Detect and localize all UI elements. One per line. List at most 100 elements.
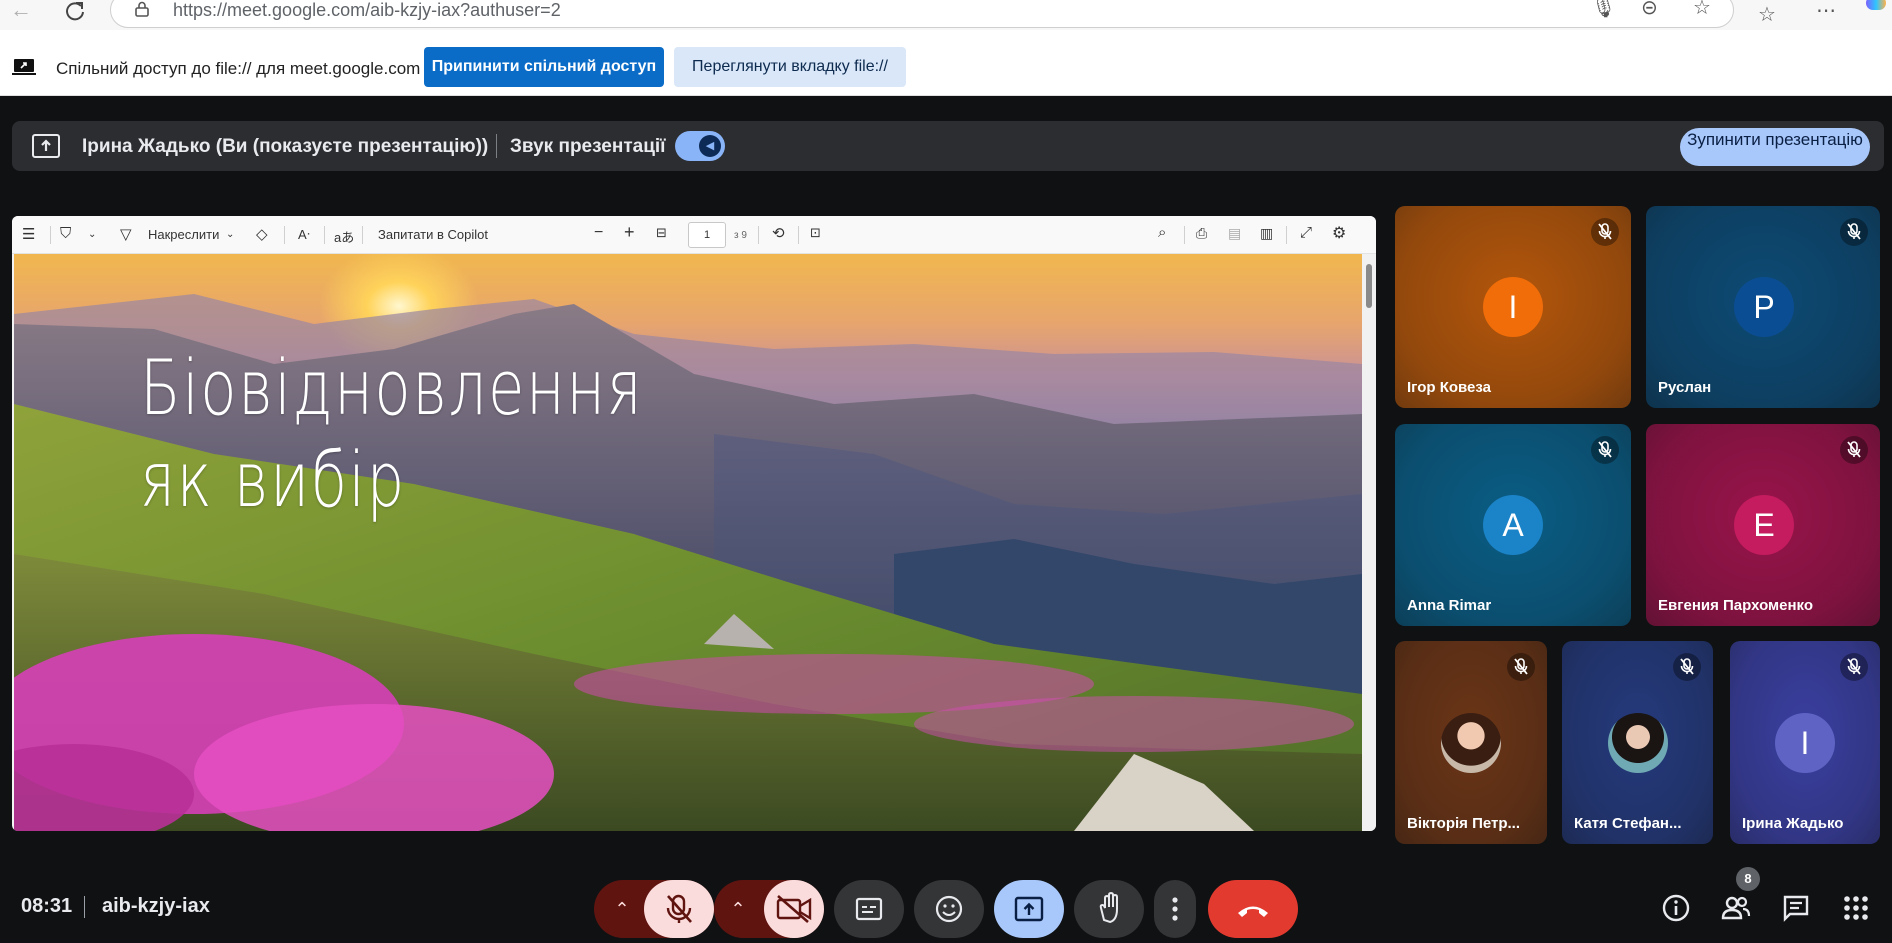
participant-tile[interactable]: І Ігор Ковеза [1395, 206, 1631, 408]
mountain-landscape-image [14, 294, 1362, 831]
draw-icon[interactable]: ▽ [120, 225, 132, 243]
favorites-icon[interactable]: ☆ [1758, 2, 1776, 27]
emoji-icon [935, 895, 963, 923]
rotate-icon[interactable]: ⟲ [772, 224, 785, 242]
presentation-sound-label: Звук презентації [510, 136, 666, 157]
avatar: E [1734, 495, 1794, 555]
contents-icon[interactable]: ☰ [22, 225, 35, 243]
sharing-message: Спільний доступ до file:// для meet.goog… [56, 59, 421, 78]
highlight-icon[interactable]: ⛉ [60, 225, 71, 242]
muted-mic-icon [1673, 653, 1701, 681]
participant-name: Евгения Пархоменко [1658, 597, 1814, 614]
stop-sharing-button[interactable]: Припинити спільний доступ [424, 47, 664, 87]
participant-name: Катя Стефан... [1574, 815, 1682, 832]
participant-name: Ірина Жадько [1742, 815, 1844, 832]
speaker-icon: ◀ [699, 135, 721, 157]
presenting-banner: Ірина Жадько (Ви (показуєте презентацію)… [12, 121, 1884, 171]
banner-divider [496, 134, 497, 158]
more-menu-icon[interactable]: ⋯ [1816, 0, 1836, 23]
page-number-input[interactable]: 1 [688, 222, 726, 248]
avatar: І [1775, 713, 1835, 773]
stop-presenting-button[interactable]: Зупинити презентацію [1680, 128, 1870, 166]
avatar: A [1483, 495, 1543, 555]
camera-off-icon [776, 895, 812, 923]
fit-width-icon[interactable]: ⊟ [656, 225, 667, 241]
participant-tile[interactable]: Р Руслан [1646, 206, 1880, 408]
present-screen-icon [32, 134, 60, 158]
reactions-button[interactable] [914, 880, 984, 938]
meeting-info-icon[interactable] [1660, 892, 1692, 924]
fullscreen-icon[interactable]: ⤢ [1300, 224, 1312, 241]
raise-hand-button[interactable] [1074, 880, 1144, 938]
muted-mic-icon [1591, 218, 1619, 246]
view-tab-button[interactable]: Переглянути вкладку file:// [674, 47, 906, 87]
zoom-in-icon[interactable]: + [624, 222, 635, 243]
participant-tile[interactable]: Вікторія Петр... [1395, 641, 1547, 844]
presentation-sound-toggle[interactable]: ◀ [675, 131, 725, 161]
presenter-name: Ірина Жадько (Ви (показуєте презентацію)… [82, 136, 489, 157]
star-icon[interactable]: ☆ [1693, 0, 1711, 20]
save-icon[interactable]: ▤ [1228, 225, 1241, 242]
browser-toolbar: ← https://meet.google.com/aib-kzjy-iax?a… [0, 0, 1892, 30]
extensions-icon[interactable]: ⊝ [1641, 0, 1658, 20]
read-aloud-icon[interactable]: Aᐧ [298, 227, 310, 243]
copilot-icon[interactable] [1866, 0, 1886, 10]
camera-control-group: ⌃ [714, 880, 824, 938]
present-now-button[interactable] [994, 880, 1064, 938]
settings-gear-icon[interactable]: ⚙ [1332, 223, 1346, 243]
participant-count-badge: 8 [1736, 867, 1760, 891]
muted-mic-icon [1507, 653, 1535, 681]
chevron-down-icon[interactable]: ⌄ [226, 229, 234, 240]
ask-copilot-button[interactable]: Запитати в Copilot [378, 227, 488, 242]
print-icon[interactable]: ⎙ [1196, 225, 1207, 242]
zoom-out-icon[interactable]: − [594, 224, 603, 242]
presentation-slide: Біовідновлення як вибір [14, 254, 1362, 831]
chevron-down-icon[interactable]: ⌄ [88, 229, 96, 240]
toolbar-separator [284, 226, 285, 244]
scrollbar-thumb[interactable] [1366, 264, 1372, 308]
address-bar[interactable]: https://meet.google.com/aib-kzjy-iax?aut… [110, 0, 1734, 28]
search-icon[interactable]: ⌕ [1158, 224, 1166, 241]
muted-mic-icon [1840, 436, 1868, 464]
refresh-icon[interactable] [60, 0, 90, 24]
muted-mic-icon [1840, 653, 1868, 681]
participant-tile[interactable]: A Anna Rimar [1395, 424, 1631, 626]
microphone-icon[interactable]: 🎙 [1591, 0, 1616, 20]
page-view-icon[interactable]: ⊡ [810, 225, 821, 241]
mic-off-icon [666, 894, 692, 923]
camera-options-chevron-icon[interactable]: ⌃ [714, 880, 762, 938]
more-vert-icon [1172, 897, 1178, 921]
mic-muted-button[interactable] [644, 880, 714, 938]
participant-name: Anna Rimar [1407, 597, 1492, 614]
toolbar-separator [324, 226, 325, 244]
meeting-code: aib-kzjy-iax [102, 895, 210, 917]
eraser-icon[interactable]: ◇ [256, 225, 268, 243]
hang-up-icon [1238, 906, 1268, 917]
avatar: І [1483, 277, 1543, 337]
camera-off-button[interactable] [764, 880, 824, 938]
participant-tile[interactable]: Катя Стефан... [1562, 641, 1713, 844]
back-arrow-icon[interactable]: ← [6, 0, 36, 24]
pdf-viewer: ☰ ⛉ ⌄ ▽ Накреслити ⌄ ◇ Aᐧ aあ Запитати в … [12, 216, 1376, 831]
mic-options-chevron-icon[interactable]: ⌃ [594, 880, 650, 938]
people-icon[interactable] [1720, 892, 1752, 924]
draw-label[interactable]: Накреслити [148, 227, 219, 242]
leave-call-button[interactable] [1208, 880, 1298, 938]
meeting-time: 08:31 [21, 895, 73, 917]
chat-icon[interactable] [1780, 892, 1812, 924]
translate-icon[interactable]: aあ [334, 227, 354, 246]
slide-title-line-1: Біовідновлення [140, 343, 644, 432]
more-options-button[interactable] [1154, 880, 1196, 938]
raise-hand-icon [1099, 891, 1118, 924]
pdf-toolbar: ☰ ⛉ ⌄ ▽ Накреслити ⌄ ◇ Aᐧ aあ Запитати в … [12, 216, 1376, 254]
participant-name: Вікторія Петр... [1407, 815, 1521, 832]
toolbar-separator [798, 226, 799, 244]
activities-grid-icon[interactable] [1840, 892, 1872, 924]
url-text: https://meet.google.com/aib-kzjy-iax?aut… [173, 0, 561, 20]
captions-button[interactable] [834, 880, 904, 938]
closed-captions-icon [855, 897, 883, 921]
participant-tile[interactable]: E Евгения Пархоменко [1646, 424, 1880, 626]
pdf-scrollbar[interactable] [1362, 254, 1376, 831]
save-as-icon[interactable]: ▥ [1260, 225, 1273, 242]
participant-tile[interactable]: І Ірина Жадько [1730, 641, 1880, 844]
